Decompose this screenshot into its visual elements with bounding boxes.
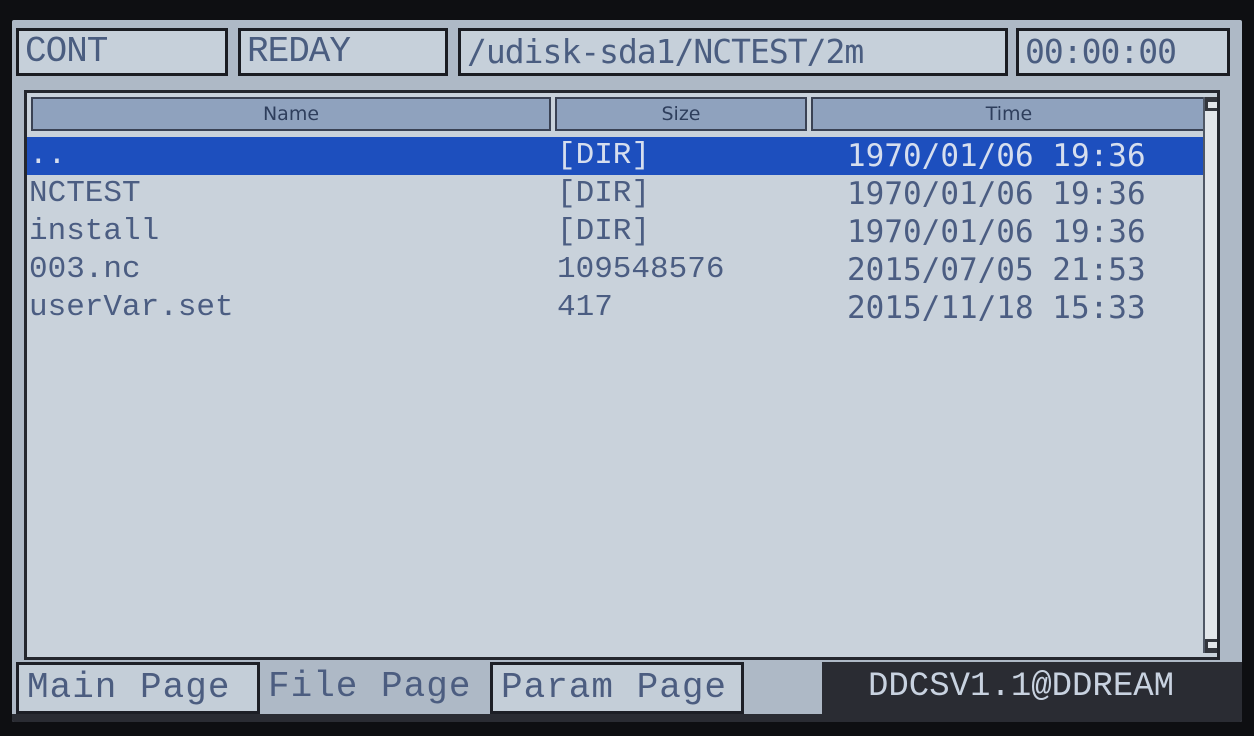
file-list[interactable]: Name Size Time .. [DIR] 1970/01/06 19:36 NC…: [24, 90, 1220, 660]
state-indicator: REDAY: [238, 28, 448, 76]
version-label: DDCSV1.1@DDREAM: [822, 662, 1242, 722]
scroll-down-icon[interactable]: [1205, 639, 1217, 653]
elapsed-time: 00:00:00: [1016, 28, 1230, 76]
tab-param-page[interactable]: Param Page: [490, 662, 744, 714]
file-time: 2015/07/05 21:53: [847, 252, 1146, 288]
file-time: 1970/01/06 19:36: [847, 214, 1146, 250]
file-size: 109548576: [557, 252, 725, 287]
column-header-size[interactable]: Size: [555, 97, 807, 131]
file-time: 2015/11/18 15:33: [847, 290, 1146, 326]
file-size: 417: [557, 290, 613, 325]
file-time: 1970/01/06 19:36: [847, 138, 1146, 174]
file-row[interactable]: NCTEST [DIR] 1970/01/06 19:36: [27, 175, 1207, 213]
scroll-up-icon[interactable]: [1205, 97, 1217, 111]
column-header-time[interactable]: Time: [811, 97, 1207, 131]
file-name: 003.nc: [29, 252, 141, 287]
mode-indicator: CONT: [16, 28, 228, 76]
file-size: [DIR]: [557, 214, 651, 249]
file-row[interactable]: .. [DIR] 1970/01/06 19:36: [27, 137, 1207, 175]
current-path: /udisk-sda1/NCTEST/2m: [458, 28, 1008, 76]
file-row[interactable]: install [DIR] 1970/01/06 19:36: [27, 213, 1207, 251]
file-name: NCTEST: [29, 176, 141, 211]
file-row[interactable]: userVar.set 417 2015/11/18 15:33: [27, 289, 1207, 327]
file-name: install: [29, 214, 160, 249]
tab-main-page[interactable]: Main Page: [16, 662, 260, 714]
column-header-name[interactable]: Name: [31, 97, 551, 131]
scrollbar[interactable]: [1203, 97, 1217, 653]
cnc-screen: CONT REDAY /udisk-sda1/NCTEST/2m 00:00:0…: [12, 20, 1242, 722]
file-name: ..: [29, 138, 67, 173]
file-size: [DIR]: [557, 138, 651, 173]
file-size: [DIR]: [557, 176, 651, 211]
tab-file-page[interactable]: File Page: [260, 662, 490, 714]
file-row[interactable]: 003.nc 109548576 2015/07/05 21:53: [27, 251, 1207, 289]
file-time: 1970/01/06 19:36: [847, 176, 1146, 212]
file-name: userVar.set: [29, 290, 234, 325]
tab-bar-edge: [12, 714, 822, 722]
